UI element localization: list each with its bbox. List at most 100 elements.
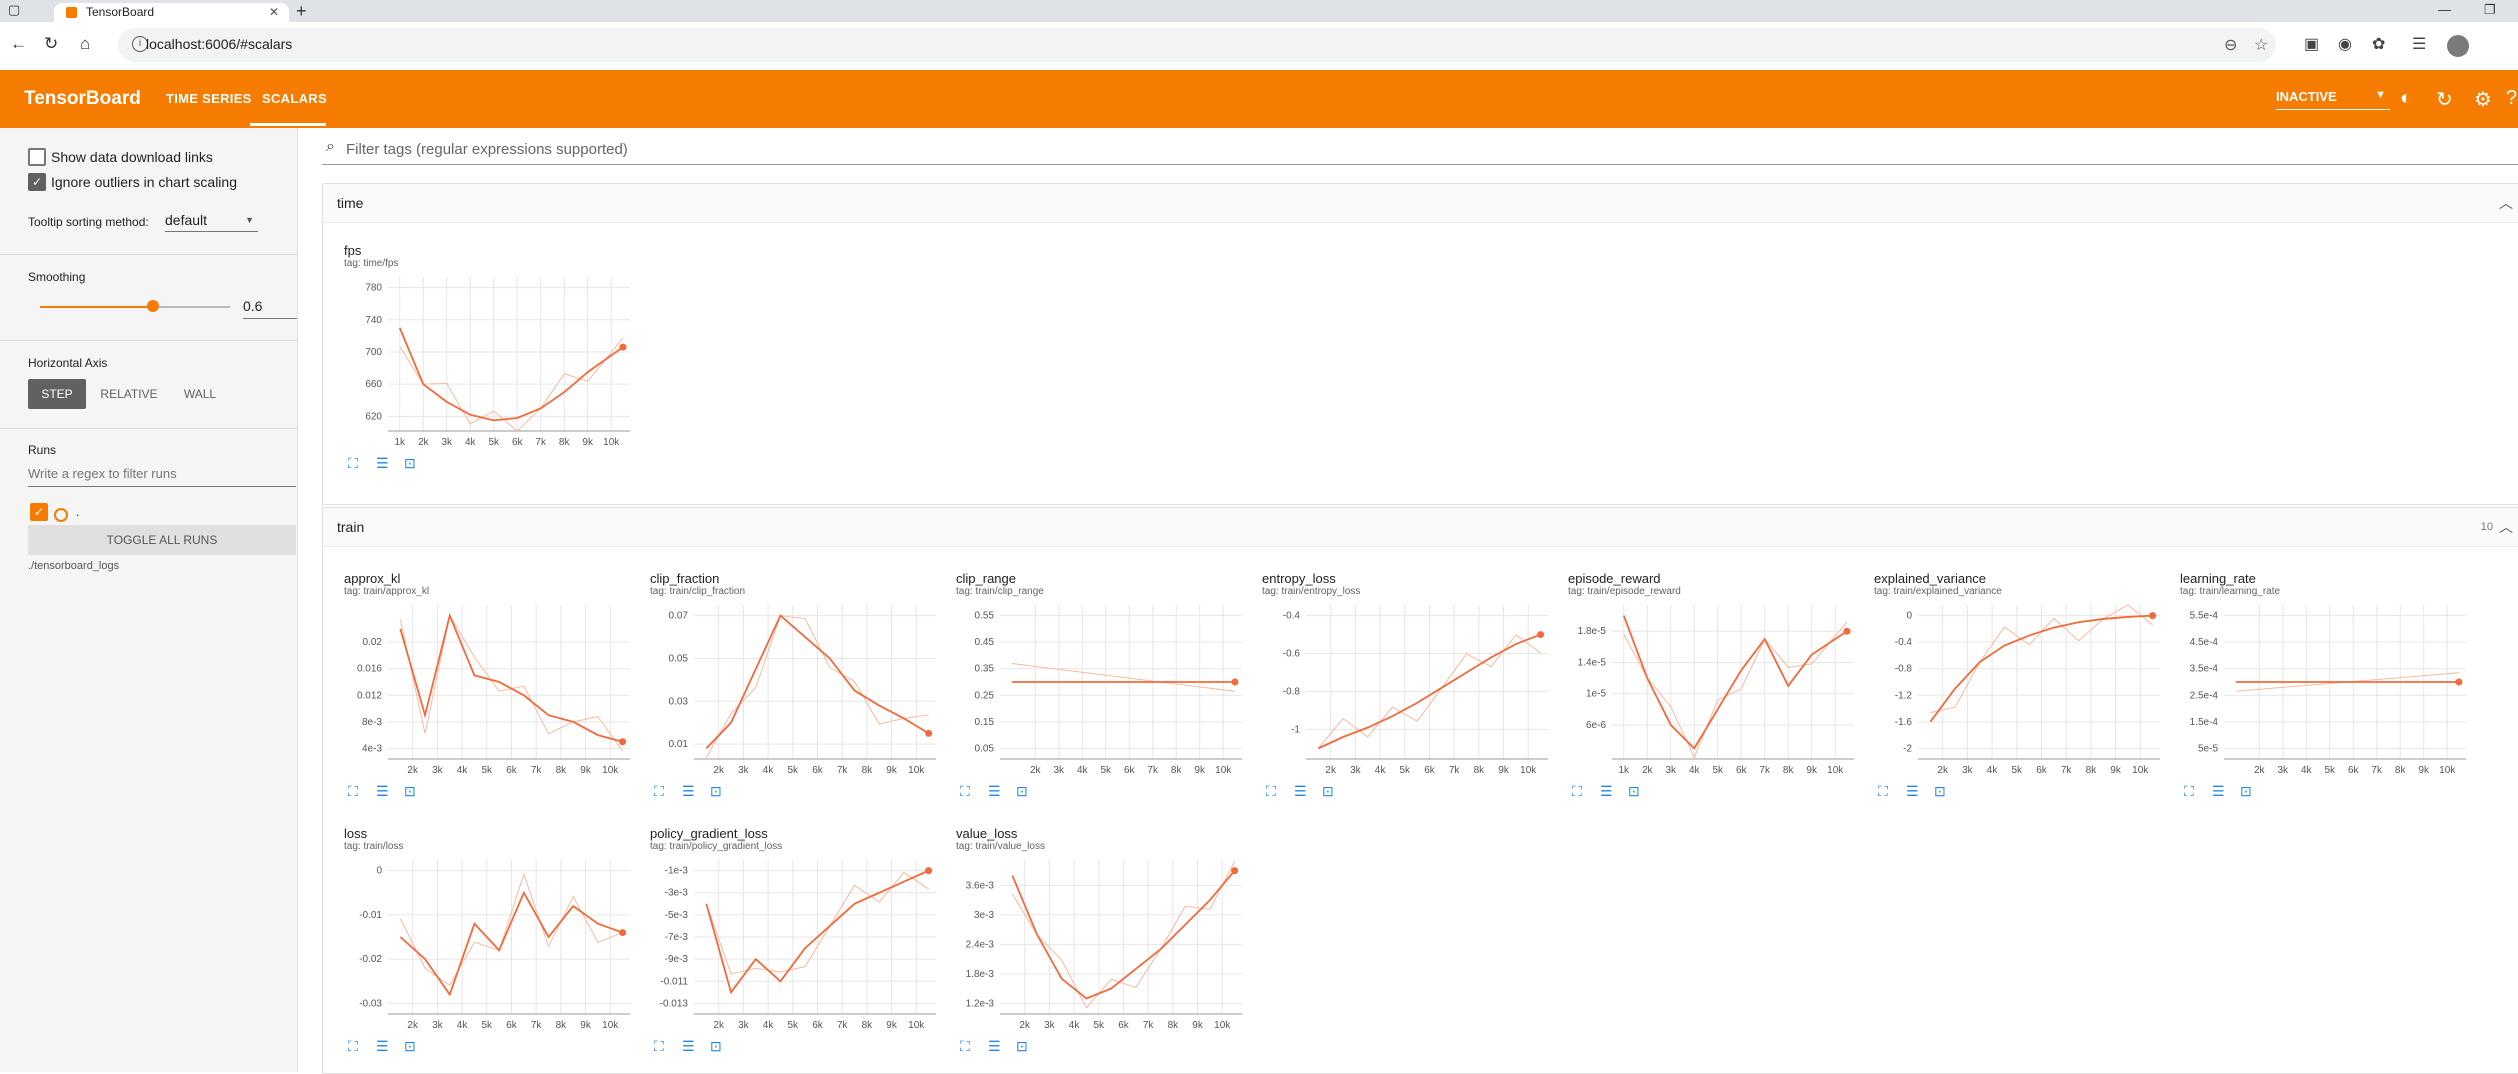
- x-tick-label: 7k: [2371, 765, 2383, 776]
- smoothing-slider-thumb[interactable]: [147, 300, 159, 312]
- data-table-icon[interactable]: ☰: [988, 783, 1004, 799]
- chart-plot[interactable]: 2k 3k 4k 5k 6k 7k 8k 9k 10k 1.2e-3 1.8e-3 2.4e-3 3e-…: [956, 852, 1252, 1038]
- restore-icon[interactable]: ❐: [2484, 2, 2496, 18]
- fit-domain-icon[interactable]: ⊡: [1628, 783, 1644, 799]
- tag-filter-placeholder: Filter tags (regular expressions support…: [346, 141, 628, 158]
- tooltip-sorting-select[interactable]: default ▼: [165, 212, 258, 232]
- smoothing-slider[interactable]: [40, 306, 230, 308]
- chart-plot[interactable]: 2k 3k 4k 5k 6k 7k 8k 9k 10k 0.01 0.03 0.05 0.07: [650, 597, 946, 783]
- runs-filter-input[interactable]: Write a regex to filter runs: [28, 466, 296, 487]
- series-last-point: [925, 867, 933, 875]
- extension-icon[interactable]: ◉: [2338, 34, 2352, 54]
- y-tick-label: 0.45: [975, 637, 995, 648]
- chart-plot[interactable]: 2k 3k 4k 5k 6k 7k 8k 9k 10k 4e-3 8e-3 0.012 0.016 0.0…: [344, 597, 640, 783]
- new-tab-icon[interactable]: +: [296, 1, 307, 22]
- extension-icon[interactable]: ▣: [2304, 34, 2319, 54]
- profile-avatar[interactable]: [2447, 35, 2469, 57]
- chevron-up-icon[interactable]: ︿: [2499, 193, 2513, 213]
- fit-domain-icon[interactable]: ⊡: [710, 1038, 726, 1054]
- chart-plot[interactable]: 2k 3k 4k 5k 6k 7k 8k 9k 10k -2 -1.6 -1.2 -0.8 -0.4 0: [1874, 597, 2170, 783]
- help-icon[interactable]: ?: [2506, 87, 2517, 110]
- chart-plot[interactable]: 1k 2k 3k 4k 5k 6k 7k 8k 9k 10k 6e-6 1e-5 1.4e-5 1.8e-…: [1568, 597, 1864, 783]
- fit-domain-icon[interactable]: ⊡: [1016, 783, 1032, 799]
- y-tick-label: 1.2e-3: [966, 998, 995, 1009]
- fullscreen-icon[interactable]: ⛶: [1266, 783, 1282, 799]
- axis-wall-button[interactable]: WALL: [172, 379, 228, 409]
- data-table-icon[interactable]: ☰: [376, 1038, 392, 1054]
- gear-icon[interactable]: ⚙: [2474, 87, 2492, 112]
- data-table-icon[interactable]: ☰: [988, 1038, 1004, 1054]
- close-tab-icon[interactable]: ✕: [269, 3, 279, 22]
- data-table-icon[interactable]: ☰: [1906, 783, 1922, 799]
- fit-domain-icon[interactable]: ⊡: [710, 783, 726, 799]
- fullscreen-icon[interactable]: ⛶: [348, 783, 364, 799]
- zoom-icon[interactable]: ⊖: [2224, 35, 2237, 55]
- reload-icon[interactable]: ↻: [2436, 87, 2453, 112]
- series-line: [1622, 615, 1848, 750]
- tab-time-series[interactable]: TIME SERIES: [166, 91, 252, 106]
- reload-icon[interactable]: ↻: [44, 34, 58, 54]
- fit-domain-icon[interactable]: ⊡: [1016, 1038, 1032, 1054]
- data-table-icon[interactable]: ☰: [376, 783, 392, 799]
- fit-domain-icon[interactable]: ⊡: [404, 1038, 420, 1054]
- plugin-select[interactable]: INACTIVE ▼: [2276, 89, 2390, 110]
- fullscreen-icon[interactable]: ⛶: [654, 1038, 670, 1054]
- browser-tab[interactable]: TensorBoard ✕: [54, 3, 289, 22]
- data-table-icon[interactable]: ☰: [682, 1038, 698, 1054]
- group-header[interactable]: time ︿: [323, 184, 2518, 223]
- axis-step-button[interactable]: STEP: [28, 379, 86, 409]
- ignore-outliers-checkbox[interactable]: ✓: [28, 173, 46, 191]
- x-tick-label: 7k: [2061, 765, 2073, 776]
- favorites-icon[interactable]: ☰: [2412, 34, 2426, 54]
- fullscreen-icon[interactable]: ⛶: [348, 1038, 364, 1054]
- fullscreen-icon[interactable]: ⛶: [1572, 783, 1588, 799]
- smoothing-input[interactable]: 0.6: [243, 298, 297, 319]
- fullscreen-icon[interactable]: ⛶: [348, 455, 364, 471]
- chevron-up-icon[interactable]: ︿: [2499, 517, 2513, 537]
- show-download-links-checkbox[interactable]: [28, 148, 46, 166]
- address-bar[interactable]: i localhost:6006/#scalars ⊖ ☆: [118, 28, 2276, 62]
- data-table-icon[interactable]: ☰: [1600, 783, 1616, 799]
- fullscreen-icon[interactable]: ⛶: [960, 783, 976, 799]
- tab-scalars[interactable]: SCALARS: [262, 91, 327, 106]
- y-tick-label: 1.8e-5: [1578, 626, 1607, 637]
- chart-plot[interactable]: 1k 2k 3k 4k 5k 6k 7k 8k 9k 10k 620 660 700 740 780: [344, 269, 640, 455]
- y-tick-label: 0.15: [975, 717, 995, 728]
- fullscreen-icon[interactable]: ⛶: [654, 783, 670, 799]
- fit-domain-icon[interactable]: ⊡: [1322, 783, 1338, 799]
- data-table-icon[interactable]: ☰: [682, 783, 698, 799]
- x-tick-label: 4k: [457, 1020, 469, 1031]
- fit-domain-icon[interactable]: ⊡: [404, 455, 420, 471]
- theme-toggle-icon[interactable]: ◐: [2400, 87, 2412, 110]
- fit-domain-icon[interactable]: ⊡: [404, 783, 420, 799]
- fit-domain-icon[interactable]: ⊡: [1934, 783, 1950, 799]
- back-arrow-icon[interactable]: ←: [10, 34, 27, 54]
- extension-icon[interactable]: ✿: [2372, 34, 2385, 54]
- group-header[interactable]: train 10 ︿: [323, 508, 2518, 547]
- run-checkbox[interactable]: ✓: [30, 503, 48, 521]
- home-icon[interactable]: ⌂: [80, 34, 90, 54]
- fullscreen-icon[interactable]: ⛶: [960, 1038, 976, 1054]
- chart-plot[interactable]: 2k 3k 4k 5k 6k 7k 8k 9k 10k 5e-5 1.5e-4 2.5e-4 3.5e-…: [2180, 597, 2476, 783]
- chart-plot[interactable]: 2k 3k 4k 5k 6k 7k 8k 9k 10k -1 -0.8 -0.6 -0.4: [1262, 597, 1558, 783]
- x-tick-label: 9k: [1498, 765, 1510, 776]
- fullscreen-icon[interactable]: ⛶: [1878, 783, 1894, 799]
- data-table-icon[interactable]: ☰: [1294, 783, 1310, 799]
- sidebar-toggle-icon[interactable]: ▢: [8, 2, 20, 18]
- axis-relative-button[interactable]: RELATIVE: [96, 379, 162, 409]
- minimize-icon[interactable]: —: [2438, 2, 2451, 17]
- run-color-icon[interactable]: [54, 508, 68, 522]
- fullscreen-icon[interactable]: ⛶: [2184, 783, 2200, 799]
- data-table-icon[interactable]: ☰: [2212, 783, 2228, 799]
- chart-plot[interactable]: 2k 3k 4k 5k 6k 7k 8k 9k 10k -0.013 -0.011 -9e-3 -7e-…: [650, 852, 946, 1038]
- star-icon[interactable]: ☆: [2254, 35, 2268, 55]
- fit-domain-icon[interactable]: ⊡: [2240, 783, 2256, 799]
- x-tick-label: 3k: [432, 1020, 444, 1031]
- chart-plot[interactable]: 2k 3k 4k 5k 6k 7k 8k 9k 10k -0.03 -0.02 -0.01 0: [344, 852, 640, 1038]
- tag-filter-input[interactable]: ⌕ Filter tags (regular expressions suppo…: [322, 134, 2518, 165]
- chart-plot[interactable]: 2k 3k 4k 5k 6k 7k 8k 9k 10k 0.05 0.15 0.25 0.35 0.45 0…: [956, 597, 1252, 783]
- toggle-all-runs-button[interactable]: TOGGLE ALL RUNS: [28, 525, 296, 555]
- chart-card: value_loss tag: train/value_loss 2k 3k 4k 5k 6…: [956, 826, 1252, 1060]
- data-table-icon[interactable]: ☰: [376, 455, 392, 471]
- y-tick-label: 5.5e-4: [2190, 611, 2219, 622]
